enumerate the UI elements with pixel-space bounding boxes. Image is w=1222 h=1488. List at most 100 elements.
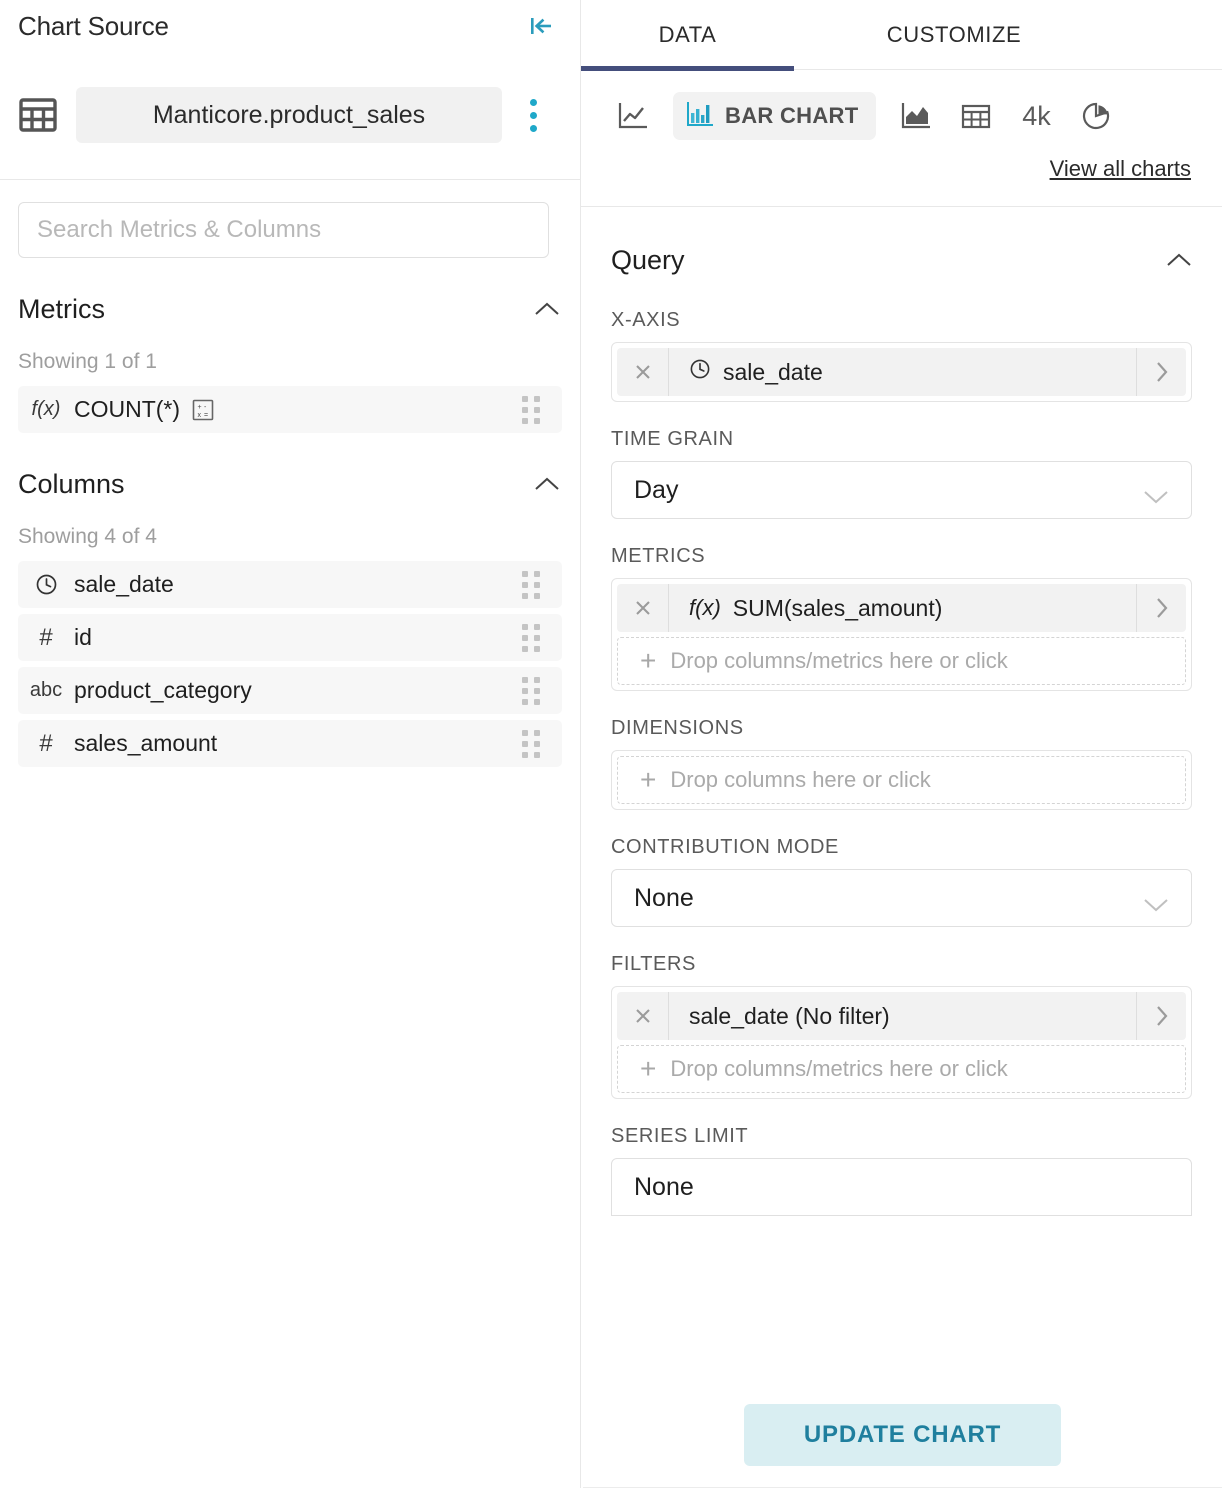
filters-item[interactable]: sale_date (No filter) [617, 992, 1186, 1040]
filters-control: FILTERS sale_date (No filter) + Drop col… [581, 953, 1222, 1099]
chevron-right-icon[interactable] [1136, 348, 1186, 396]
series-limit-select[interactable]: None [611, 1158, 1192, 1216]
x-axis-item[interactable]: sale_date [617, 348, 1186, 396]
metrics-item[interactable]: f(x) SUM(sales_amount) [617, 584, 1186, 632]
datasource-menu-button[interactable] [516, 93, 550, 137]
svg-text:=: = [204, 412, 208, 419]
x-axis-dropbox: sale_date [611, 342, 1192, 402]
chevron-down-icon [1143, 891, 1169, 906]
drag-handle-icon[interactable] [522, 624, 540, 652]
chevron-up-icon [534, 301, 560, 317]
column-item-sales-amount[interactable]: # sales_amount [18, 720, 562, 767]
divider [581, 206, 1222, 207]
chevron-right-icon[interactable] [1136, 992, 1186, 1040]
tab-data[interactable]: DATA [581, 0, 794, 70]
datasource-name[interactable]: Manticore.product_sales [76, 87, 502, 143]
collapse-panel-button[interactable] [524, 13, 558, 43]
chart-source-panel: Chart Source [0, 0, 581, 1488]
columns-section-header[interactable]: Columns [0, 461, 580, 507]
chevron-right-icon[interactable] [1136, 584, 1186, 632]
control-panel-tabs: DATA CUSTOMIZE [581, 0, 1222, 70]
x-axis-item-value: sale_date [723, 359, 823, 386]
close-x-icon[interactable] [617, 348, 669, 396]
contribution-mode-label: CONTRIBUTION MODE [611, 836, 1192, 859]
chevron-up-icon [1166, 252, 1192, 268]
pie-chart-icon[interactable] [1066, 90, 1126, 142]
column-item-label: product_category [74, 677, 252, 704]
big-number-icon[interactable]: 4k [1006, 90, 1066, 142]
calculator-icon: + - x = [192, 399, 214, 421]
plus-icon: + [640, 766, 656, 794]
metrics-control: METRICS f(x) SUM(sales_amount) + [581, 545, 1222, 691]
column-item-sale-date[interactable]: sale_date [18, 561, 562, 608]
metrics-section-header[interactable]: Metrics [0, 286, 580, 332]
x-axis-control: X-AXIS sale_date [581, 309, 1222, 402]
view-all-charts-link[interactable]: View all charts [1050, 156, 1191, 181]
table-chart-icon[interactable] [946, 90, 1006, 142]
viz-type-label: BAR CHART [725, 103, 858, 129]
columns-showing-count: Showing 4 of 4 [0, 525, 580, 549]
kebab-dot [530, 125, 537, 132]
tab-customize[interactable]: CUSTOMIZE [794, 0, 1114, 70]
query-section-header[interactable]: Query [581, 237, 1222, 283]
update-chart-button[interactable]: UPDATE CHART [744, 1404, 1061, 1466]
close-x-icon[interactable] [617, 584, 669, 632]
dimensions-dropzone[interactable]: + Drop columns here or click [617, 756, 1186, 804]
close-x-icon[interactable] [617, 992, 669, 1040]
series-limit-value: None [634, 1173, 694, 1202]
series-limit-control: SERIES LIMIT None [581, 1125, 1222, 1216]
svg-text:+: + [198, 404, 202, 411]
column-item-label: sales_amount [74, 730, 217, 757]
clock-icon [18, 573, 74, 596]
column-item-label: id [74, 624, 92, 651]
search-input[interactable] [18, 202, 549, 258]
drag-handle-icon[interactable] [522, 571, 540, 599]
kebab-dot [530, 112, 537, 119]
metrics-item-value: SUM(sales_amount) [733, 595, 943, 622]
area-chart-icon[interactable] [886, 90, 946, 142]
control-panel: DATA CUSTOMIZE [581, 0, 1222, 1488]
svg-text:-: - [204, 404, 207, 411]
series-limit-label: SERIES LIMIT [611, 1125, 1192, 1148]
view-all-charts-link-wrap: View all charts [581, 156, 1222, 182]
plus-icon: + [640, 647, 656, 675]
hash-icon: # [18, 624, 74, 652]
clock-icon [689, 358, 711, 386]
time-grain-value: Day [634, 476, 678, 505]
chart-source-header: Chart Source [0, 0, 580, 180]
svg-text:x: x [198, 412, 202, 419]
big-number-label: 4k [1022, 101, 1051, 132]
columns-section-title: Columns [18, 469, 125, 500]
abc-icon: abc [18, 679, 74, 702]
column-item-product-category[interactable]: abc product_category [18, 667, 562, 714]
line-chart-icon[interactable] [603, 90, 663, 142]
dimensions-dropzone-label: Drop columns here or click [670, 767, 930, 793]
x-axis-item-body: sale_date [669, 358, 1136, 386]
hash-icon: # [18, 730, 74, 758]
time-grain-label: TIME GRAIN [611, 428, 1192, 451]
x-axis-label: X-AXIS [611, 309, 1192, 332]
metrics-label: METRICS [611, 545, 1192, 568]
metrics-section-title: Metrics [18, 294, 105, 325]
metrics-dropzone[interactable]: + Drop columns/metrics here or click [617, 637, 1186, 685]
filters-item-value: sale_date (No filter) [689, 1003, 890, 1030]
dimensions-control: DIMENSIONS + Drop columns here or click [581, 717, 1222, 810]
filters-dropzone[interactable]: + Drop columns/metrics here or click [617, 1045, 1186, 1093]
drag-handle-icon[interactable] [522, 677, 540, 705]
contribution-mode-select[interactable]: None [611, 869, 1192, 927]
metric-item-count[interactable]: f(x) COUNT(*) + - x = [18, 386, 562, 433]
filters-dropzone-label: Drop columns/metrics here or click [670, 1056, 1007, 1082]
dimensions-dropbox: + Drop columns here or click [611, 750, 1192, 810]
metrics-dropbox: f(x) SUM(sales_amount) + Drop columns/me… [611, 578, 1192, 691]
table-grid-icon [18, 95, 58, 135]
contribution-mode-value: None [634, 884, 694, 913]
drag-handle-icon[interactable] [522, 396, 540, 424]
filters-dropbox: sale_date (No filter) + Drop columns/met… [611, 986, 1192, 1099]
bar-chart-icon [685, 100, 715, 133]
drag-handle-icon[interactable] [522, 730, 540, 758]
metrics-dropzone-label: Drop columns/metrics here or click [670, 648, 1007, 674]
time-grain-select[interactable]: Day [611, 461, 1192, 519]
viz-type-bar-chart-selected[interactable]: BAR CHART [673, 92, 876, 140]
column-item-id[interactable]: # id [18, 614, 562, 661]
time-grain-control: TIME GRAIN Day [581, 428, 1222, 519]
